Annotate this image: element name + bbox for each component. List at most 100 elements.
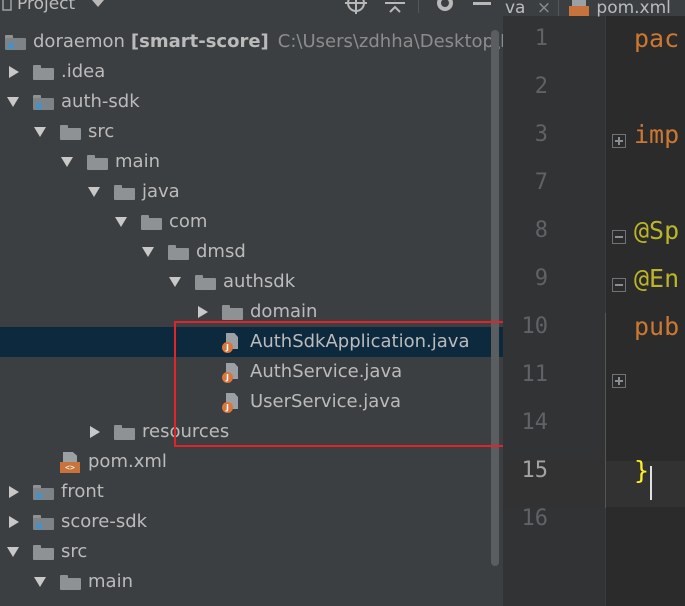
module-folder-icon xyxy=(33,485,54,500)
tree-row[interactable]: dmsd xyxy=(0,237,503,267)
gear-icon[interactable] xyxy=(435,0,455,11)
xml-file-icon: <> xyxy=(60,452,80,474)
item-name: domain xyxy=(250,301,318,322)
tree-item-label: auth-sdk xyxy=(61,87,140,117)
line-number: 15 xyxy=(521,458,549,483)
tree-item-label: main xyxy=(115,147,160,177)
project-name-badge: [smart-score] xyxy=(130,31,269,52)
tree-item-label: authsdk xyxy=(223,267,295,297)
folder-icon xyxy=(114,185,135,200)
target-icon[interactable] xyxy=(345,0,367,14)
chevron-down-icon[interactable] xyxy=(33,567,47,597)
tree-row[interactable]: com xyxy=(0,207,503,237)
tree-row[interactable]: doraemon [smart-score] C:\Users\zdhha\Desk… xyxy=(0,27,503,57)
item-name: front xyxy=(61,481,104,502)
line-number: 10 xyxy=(521,314,549,339)
xml-file-icon xyxy=(569,0,591,16)
chevron-down-icon[interactable] xyxy=(92,0,104,11)
item-name: java xyxy=(142,181,180,202)
fold-collapse-icon[interactable] xyxy=(612,230,626,244)
tree-row[interactable]: java xyxy=(0,177,503,207)
editor-tab-pom-xml[interactable]: pom.xml xyxy=(569,0,671,18)
fold-expand-icon[interactable] xyxy=(612,374,626,388)
tree-item-label: pom.xml xyxy=(88,447,167,477)
line-number: 2 xyxy=(534,74,548,99)
code-line-text[interactable]: pub xyxy=(634,312,679,341)
folder-icon xyxy=(168,245,189,260)
item-name: main xyxy=(88,571,133,592)
line-number: 16 xyxy=(521,506,549,531)
project-panel-title[interactable]: Project xyxy=(17,0,75,13)
line-number: 9 xyxy=(534,266,548,291)
tree-row[interactable]: src xyxy=(0,117,503,147)
tree-item-label: com xyxy=(169,207,207,237)
code-line-text[interactable]: } xyxy=(634,456,649,485)
tree-item-label: doraemon [smart-score] C:\Users\zdhha\Desk… xyxy=(33,27,503,57)
chevron-right-icon[interactable] xyxy=(6,57,20,87)
project-view-icon[interactable] xyxy=(2,0,12,11)
module-folder-icon xyxy=(33,95,54,110)
tree-item-label: .idea xyxy=(61,57,105,87)
fold-guide-line xyxy=(605,313,606,508)
chevron-down-icon[interactable] xyxy=(33,117,47,147)
gutter-separator xyxy=(605,0,606,606)
item-name: .idea xyxy=(61,61,106,82)
editor-tab-truncated[interactable]: va × xyxy=(505,0,551,18)
tree-scrollbar[interactable] xyxy=(491,30,499,566)
item-name: score-sdk xyxy=(61,511,148,532)
chevron-down-icon[interactable] xyxy=(141,237,155,267)
tree-row[interactable]: front xyxy=(0,477,503,507)
chevron-down-icon[interactable] xyxy=(114,207,128,237)
item-name: src xyxy=(61,541,88,562)
tree-item-label: front xyxy=(61,477,104,507)
chevron-down-icon[interactable] xyxy=(168,267,182,297)
line-number: 7 xyxy=(534,170,548,195)
item-name: src xyxy=(88,121,115,142)
item-name: com xyxy=(169,211,208,232)
code-line-text[interactable]: @En xyxy=(634,264,679,293)
tree-row[interactable]: score-sdk xyxy=(0,507,503,537)
code-line-text[interactable]: @Sp xyxy=(634,216,679,245)
line-number: 3 xyxy=(534,122,548,147)
item-name: dmsd xyxy=(196,241,246,262)
chevron-down-icon[interactable] xyxy=(60,147,74,177)
line-number: 14 xyxy=(521,410,549,435)
tab-separator xyxy=(558,0,559,16)
tree-row[interactable]: auth-sdk xyxy=(0,87,503,117)
chevron-right-icon[interactable] xyxy=(6,477,20,507)
project-panel: Project doraemon [smart-score] C:\Users\zd… xyxy=(0,0,503,606)
fold-expand-icon[interactable] xyxy=(612,134,626,148)
tree-item-label: src xyxy=(61,537,87,567)
close-icon[interactable]: × xyxy=(537,0,551,18)
fold-collapse-icon[interactable] xyxy=(612,278,626,292)
minimize-icon[interactable] xyxy=(472,0,492,11)
folder-icon xyxy=(33,65,54,80)
item-name: doraemon xyxy=(33,31,125,52)
module-folder-icon xyxy=(33,515,54,530)
chevron-down-icon[interactable] xyxy=(87,177,101,207)
code-line-text[interactable]: imp xyxy=(634,120,679,149)
tree-item-label: java xyxy=(142,177,180,207)
tree-row[interactable]: .idea xyxy=(0,57,503,87)
code-line-text[interactable]: pac xyxy=(634,24,679,53)
tree-row[interactable]: src xyxy=(0,537,503,567)
project-panel-header: Project xyxy=(0,0,503,18)
collapse-all-icon[interactable] xyxy=(385,0,405,13)
chevron-down-icon[interactable] xyxy=(6,87,20,117)
chevron-down-icon[interactable] xyxy=(6,537,20,567)
chevron-right-icon[interactable] xyxy=(87,417,101,447)
folder-icon xyxy=(222,305,243,320)
chevron-right-icon[interactable] xyxy=(6,507,20,537)
tree-row[interactable]: main xyxy=(0,147,503,177)
tree-item-label: main xyxy=(88,567,133,597)
folder-icon xyxy=(60,575,81,590)
tree-item-label: dmsd xyxy=(196,237,246,267)
tree-row[interactable]: main xyxy=(0,567,503,597)
folder-icon xyxy=(141,215,162,230)
folder-icon xyxy=(195,275,216,290)
highlight-annotation-box xyxy=(174,321,503,447)
line-number: 8 xyxy=(534,218,548,243)
tree-row[interactable]: <> pom.xml xyxy=(0,447,503,477)
code-editor[interactable]: va × pom.xml 1 pac 2 3 imp 7 8 @Sp 9 @En 10 pub 11 14… xyxy=(503,0,685,606)
tree-row[interactable]: authsdk xyxy=(0,267,503,297)
